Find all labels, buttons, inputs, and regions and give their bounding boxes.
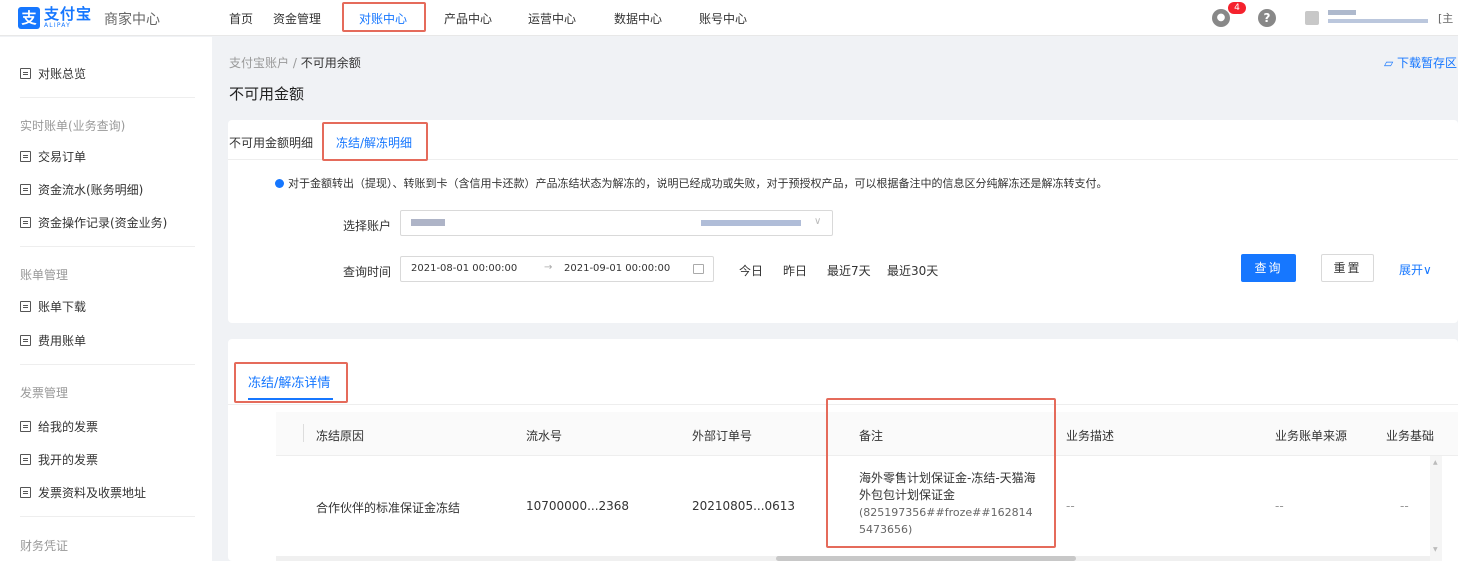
sidebar-group-invoices: 发票管理 bbox=[20, 386, 69, 400]
nav-data[interactable]: 数据中心 bbox=[614, 10, 662, 27]
document-icon bbox=[20, 335, 31, 346]
document-icon bbox=[20, 184, 31, 195]
quick-yesterday[interactable]: 昨日 bbox=[783, 262, 807, 279]
logo-en-text: ALIPAY bbox=[44, 22, 71, 29]
sidebar-group-realtime: 实时账单(业务查询) bbox=[20, 119, 126, 133]
top-nav-bar: 支 支付宝 ALIPAY 商家中心 首页 资金管理 对账中心 产品中心 运营中心… bbox=[0, 0, 1458, 36]
overview-icon bbox=[20, 68, 31, 79]
document-icon bbox=[20, 217, 31, 228]
nav-funds[interactable]: 资金管理 bbox=[273, 10, 321, 27]
bell-icon[interactable]: ● bbox=[1212, 9, 1230, 27]
expand-link[interactable]: 展开∨ bbox=[1399, 261, 1432, 278]
notice-text: 对于金额转出（提现）、转账到卡（含信用卡还款）产品冻结状态为解冻的，说明已经成功… bbox=[288, 177, 1108, 190]
cell-base: -- bbox=[1400, 499, 1409, 513]
document-icon bbox=[20, 151, 31, 162]
nav-home[interactable]: 首页 bbox=[229, 10, 253, 27]
nav-products[interactable]: 产品中心 bbox=[444, 10, 492, 27]
scroll-up-icon[interactable]: ▲ bbox=[1433, 459, 1438, 466]
sidebar-item-fee-bills[interactable]: 费用账单 bbox=[20, 332, 86, 349]
quick-today[interactable]: 今日 bbox=[739, 262, 763, 279]
alipay-logo[interactable]: 支 支付宝 ALIPAY bbox=[18, 6, 92, 30]
col-serial: 流水号 bbox=[526, 429, 563, 443]
col-order: 外部订单号 bbox=[692, 429, 753, 443]
col-base: 业务基础 bbox=[1386, 429, 1435, 443]
account-select[interactable]: ∨ bbox=[400, 210, 833, 236]
cell-reason: 合作伙伴的标准保证金冻结 bbox=[316, 501, 461, 515]
col-reason: 冻结原因 bbox=[316, 429, 365, 443]
sidebar-item-invoice-info[interactable]: 发票资料及收票地址 bbox=[20, 484, 146, 501]
sidebar-group-bills: 账单管理 bbox=[20, 268, 69, 282]
invoice-icon bbox=[20, 421, 31, 432]
sidebar-item-bill-download[interactable]: 账单下载 bbox=[20, 298, 86, 315]
sidebar-item-invoices-issued[interactable]: 我开的发票 bbox=[20, 451, 98, 468]
notification-badge: 4 bbox=[1228, 2, 1246, 14]
reset-button[interactable]: 重置 bbox=[1321, 254, 1374, 282]
sidebar-item-fund-flow[interactable]: 资金流水(账务明细) bbox=[20, 181, 143, 198]
quick-7days[interactable]: 最近7天 bbox=[827, 262, 871, 279]
scroll-down-icon[interactable]: ▼ bbox=[1433, 546, 1438, 553]
col-source: 业务账单来源 bbox=[1275, 429, 1348, 443]
cell-order: 20210805...0613 bbox=[692, 499, 796, 513]
merchant-center-title: 商家中心 bbox=[104, 12, 160, 28]
logo-cn-text: 支付宝 bbox=[44, 5, 93, 23]
nav-account[interactable]: 账号中心 bbox=[699, 10, 747, 27]
account-redacted bbox=[701, 220, 801, 226]
arrow-right-icon: → bbox=[544, 262, 553, 273]
scrollbar-thumb[interactable] bbox=[776, 556, 1076, 561]
cell-serial: 10700000...2368 bbox=[526, 499, 630, 513]
sidebar-divider bbox=[20, 364, 195, 365]
sidebar-divider bbox=[20, 516, 195, 517]
sidebar-item-trade-orders[interactable]: 交易订单 bbox=[20, 148, 86, 165]
quick-30days[interactable]: 最近30天 bbox=[887, 262, 938, 279]
time-label: 查询时间 bbox=[343, 265, 392, 279]
sidebar-item-fund-operations[interactable]: 资金操作记录(资金业务) bbox=[20, 214, 167, 231]
query-button[interactable]: 查询 bbox=[1241, 254, 1296, 282]
breadcrumb: 支付宝账户 / 不可用余额 bbox=[229, 54, 361, 71]
invoice-icon bbox=[20, 454, 31, 465]
vertical-scrollbar[interactable]: ▲ ▼ bbox=[1430, 456, 1442, 561]
cell-desc: -- bbox=[1066, 499, 1075, 513]
download-icon bbox=[20, 301, 31, 312]
date-range-picker[interactable]: 2021-08-01 00:00:00 → 2021-09-01 00:00:0… bbox=[400, 256, 714, 282]
account-redacted bbox=[411, 219, 445, 226]
download-storage-link[interactable]: ▱ 下载暂存区 bbox=[1384, 54, 1457, 71]
sidebar-divider bbox=[20, 246, 195, 247]
help-icon[interactable]: ? bbox=[1258, 9, 1276, 27]
header-separator bbox=[303, 424, 304, 442]
user-avatar[interactable] bbox=[1305, 11, 1319, 25]
invoice-icon bbox=[20, 487, 31, 498]
breadcrumb-separator: / bbox=[292, 56, 297, 70]
folder-icon: ▱ bbox=[1384, 56, 1398, 70]
user-name-redacted[interactable] bbox=[1328, 8, 1438, 28]
breadcrumb-parent[interactable]: 支付宝账户 bbox=[229, 56, 289, 70]
user-role[interactable]: [主 bbox=[1438, 10, 1453, 26]
sidebar-item-overview[interactable]: 对账总览 bbox=[20, 65, 86, 82]
nav-highlight-box bbox=[342, 2, 426, 32]
sidebar-item-invoices-received[interactable]: 给我的发票 bbox=[20, 418, 98, 435]
page-title: 不可用金额 bbox=[229, 85, 305, 103]
alipay-logo-icon: 支 bbox=[18, 7, 40, 29]
horizontal-scrollbar[interactable] bbox=[276, 556, 1430, 561]
date-end-input[interactable]: 2021-09-01 00:00:00 bbox=[564, 263, 670, 274]
sidebar-divider bbox=[20, 97, 195, 98]
cell-source: -- bbox=[1275, 499, 1284, 513]
note-highlight-box bbox=[826, 398, 1056, 548]
info-icon bbox=[275, 178, 284, 188]
tab-unavailable-detail[interactable]: 不可用金额明细 bbox=[229, 134, 313, 151]
breadcrumb-current: 不可用余额 bbox=[300, 56, 361, 70]
info-notice: 对于金额转出（提现）、转账到卡（含信用卡还款）产品冻结状态为解冻的，说明已经成功… bbox=[275, 175, 1108, 191]
calendar-icon bbox=[693, 264, 704, 274]
nav-operations[interactable]: 运营中心 bbox=[528, 10, 576, 27]
account-label: 选择账户 bbox=[343, 219, 392, 233]
sidebar-group-vouchers: 财务凭证 bbox=[20, 539, 69, 553]
chevron-down-icon: ∨ bbox=[814, 216, 822, 227]
date-start-input[interactable]: 2021-08-01 00:00:00 bbox=[411, 263, 517, 274]
col-desc: 业务描述 bbox=[1066, 429, 1115, 443]
tab-highlight-box bbox=[322, 122, 428, 161]
section-highlight-box bbox=[234, 362, 348, 403]
